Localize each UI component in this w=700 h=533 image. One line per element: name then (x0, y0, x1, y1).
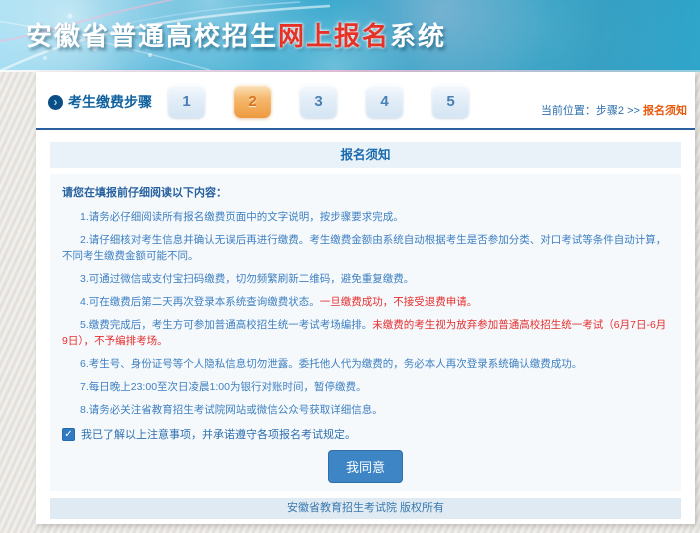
check-icon: ✓ (64, 429, 72, 440)
step-5[interactable]: 5 (432, 85, 469, 118)
site-title: 安徽省普通高校招生网上报名系统 (26, 16, 446, 53)
agreement-label: 我已了解以上注意事项，并承诺遵守各项报名考试规定。 (81, 426, 356, 442)
page-container: › 考生缴费步骤 1 2 3 4 5 当前位置：步骤2 >> 报名须知 报名须知… (36, 72, 695, 524)
notice-item-text: 7.每日晚上23:00至次日凌晨1:00为银行对账时间，暂停缴费。 (80, 381, 366, 393)
notice-item-text: 8.请务必关注省教育招生考试院网站或微信公众号获取详细信息。 (80, 404, 383, 416)
notice-item-text: 4.可在缴费后第二天再次登录本系统查询缴费状态。 (80, 296, 320, 308)
step-bar: › 考生缴费步骤 1 2 3 4 5 当前位置：步骤2 >> 报名须知 (36, 72, 695, 128)
notice-panel: 请您在填报前仔细阅读以下内容： 1.请务必仔细阅读所有报名缴费页面中的文字说明，… (50, 174, 681, 491)
site-title-part2: 系统 (390, 21, 446, 51)
notice-item-text: 2.请仔细核对考生信息并确认无误后再进行缴费。考生缴费金额由系统自动根据考生是否… (62, 234, 666, 262)
arrow-circle-icon: › (48, 95, 63, 110)
breadcrumb-current: 报名须知 (643, 105, 687, 117)
notice-item-3: 3.可通过微信或支付宝扫码缴费，切勿频繁刷新二维码，避免重复缴费。 (62, 271, 669, 287)
steps: 1 2 3 4 5 (168, 85, 469, 118)
notice-item-text: 3.可通过微信或支付宝扫码缴费，切勿频繁刷新二维码，避免重复缴费。 (80, 273, 414, 285)
breadcrumb-prefix: 当前位置：步骤2 >> (541, 105, 640, 117)
notice-item-text: 6.考生号、身份证号等个人隐私信息切勿泄露。委托他人代为缴费的，务必本人再次登录… (80, 358, 582, 370)
button-row: 我同意 (62, 450, 669, 483)
footer: 安徽省教育招生考试院 版权所有 (50, 498, 681, 519)
site-title-part1: 安徽省普通高校招生 (26, 21, 278, 51)
notice-item-text: 1.请务必仔细阅读所有报名缴费页面中的文字说明，按步骤要求完成。 (80, 211, 404, 223)
divider (36, 128, 695, 130)
agree-button[interactable]: 我同意 (328, 450, 403, 483)
step-2[interactable]: 2 (234, 85, 271, 118)
notice-item-2: 2.请仔细核对考生信息并确认无误后再进行缴费。考生缴费金额由系统自动根据考生是否… (62, 232, 669, 264)
notice-item-4: 4.可在缴费后第二天再次登录本系统查询缴费状态。一旦缴费成功，不接受退费申请。 (62, 294, 669, 310)
notice-title: 报名须知 (50, 142, 681, 168)
breadcrumb: 当前位置：步骤2 >> 报名须知 (541, 102, 687, 118)
desktop: { "banner": { "title_part1": "安徽省普通高校招生"… (0, 0, 700, 533)
step-bar-label-text: 考生缴费步骤 (68, 92, 152, 112)
notice-item-warning: 一旦缴费成功，不接受退费申请。 (320, 296, 478, 308)
notice-item-5: 5.缴费完成后，考生方可参加普通高校招生统一考试考场编排。未缴费的考生视为放弃参… (62, 317, 669, 349)
copyright-text: 安徽省教育招生考试院 版权所有 (287, 502, 444, 514)
step-bar-label: › 考生缴费步骤 (48, 92, 152, 112)
notice-item-text: 5.缴费完成后，考生方可参加普通高校招生统一考试考场编排。 (80, 319, 372, 331)
notice-item-8: 8.请务必关注省教育招生考试院网站或微信公众号获取详细信息。 (62, 402, 669, 418)
agreement-checkbox[interactable]: ✓ (62, 428, 75, 441)
banner: 安徽省普通高校招生网上报名系统 (0, 0, 700, 72)
step-1[interactable]: 1 (168, 85, 205, 118)
agreement-row: ✓ 我已了解以上注意事项，并承诺遵守各项报名考试规定。 (62, 426, 669, 442)
step-3[interactable]: 3 (300, 85, 337, 118)
notice-item-1: 1.请务必仔细阅读所有报名缴费页面中的文字说明，按步骤要求完成。 (62, 209, 669, 225)
notice-intro: 请您在填报前仔细阅读以下内容： (62, 186, 669, 201)
site-title-highlight: 网上报名 (278, 21, 390, 51)
step-4[interactable]: 4 (366, 85, 403, 118)
notice-item-6: 6.考生号、身份证号等个人隐私信息切勿泄露。委托他人代为缴费的，务必本人再次登录… (62, 356, 669, 372)
notice-item-7: 7.每日晚上23:00至次日凌晨1:00为银行对账时间，暂停缴费。 (62, 379, 669, 395)
